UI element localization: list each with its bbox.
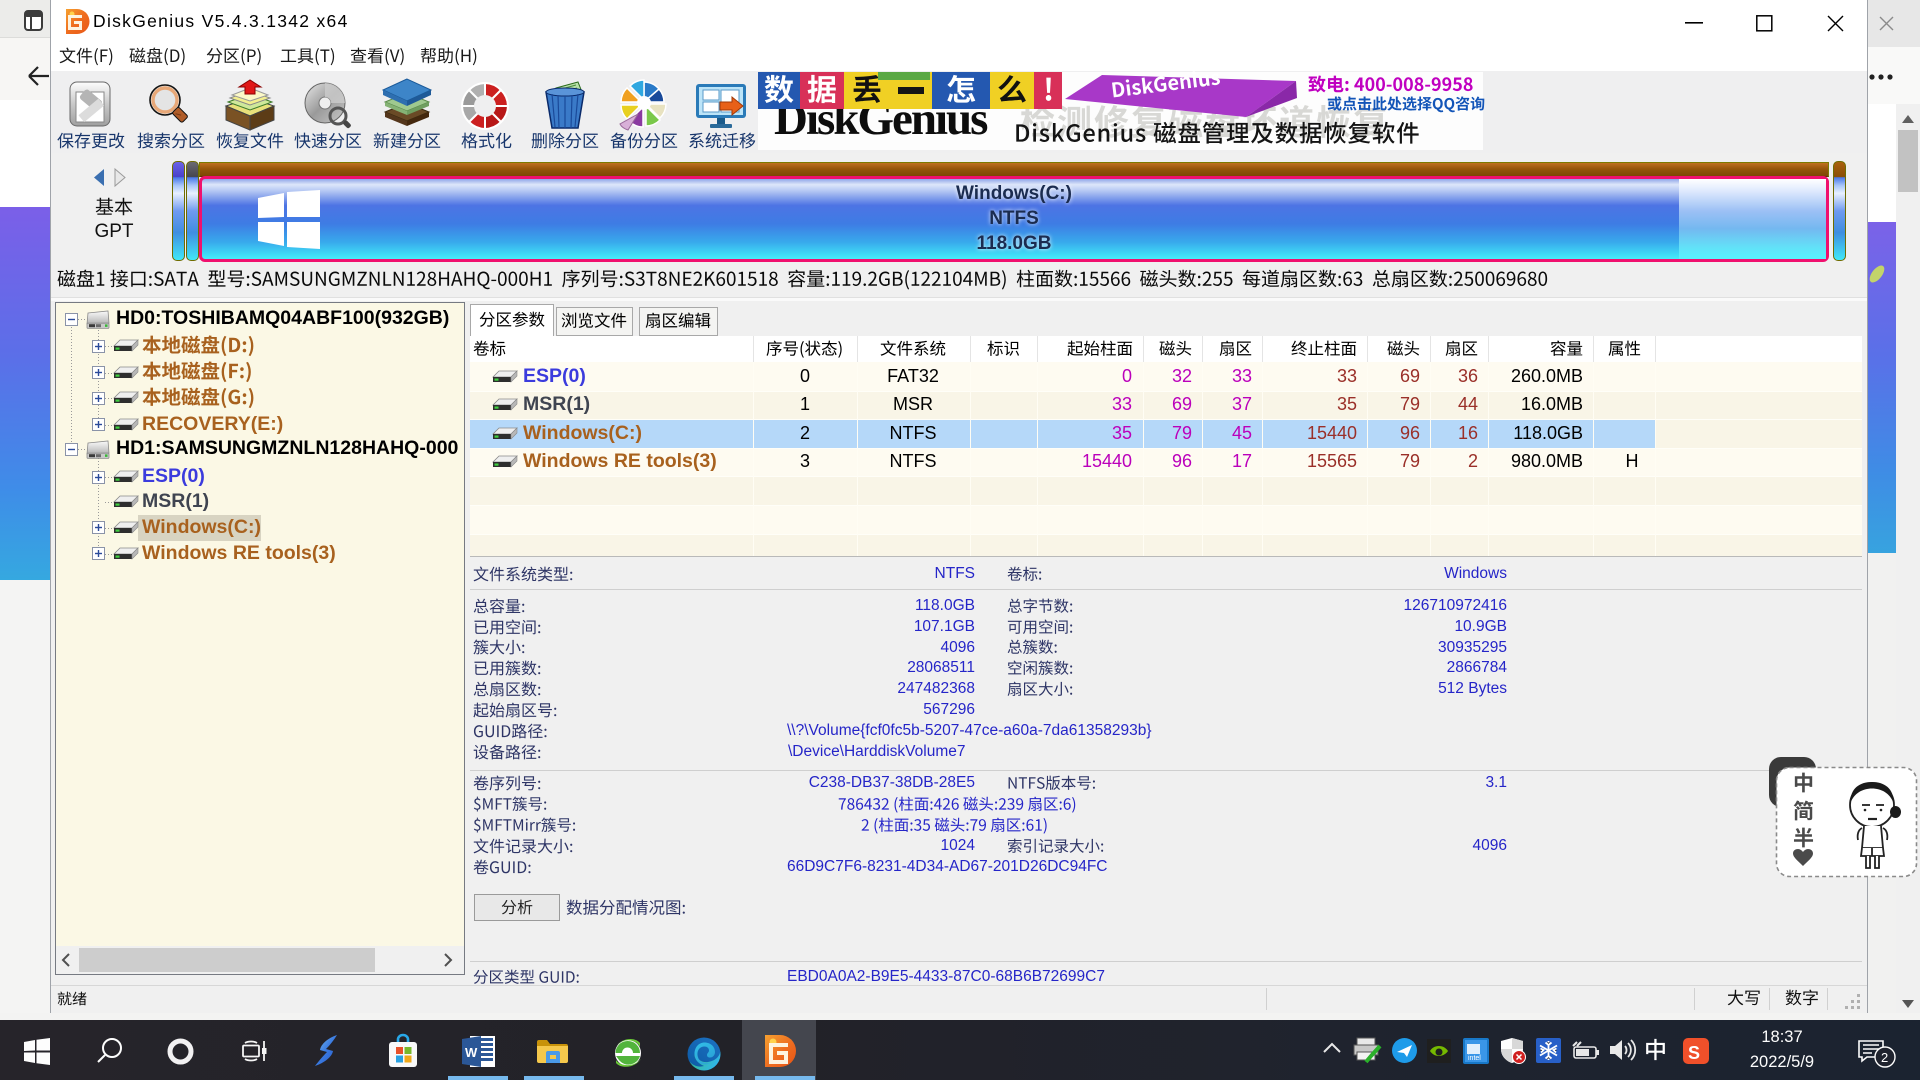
svg-text:W: W [465, 1045, 478, 1060]
svg-text:intel: intel [1468, 1055, 1481, 1062]
svg-text:S: S [1688, 1043, 1700, 1063]
svg-text:2: 2 [1881, 1050, 1888, 1065]
